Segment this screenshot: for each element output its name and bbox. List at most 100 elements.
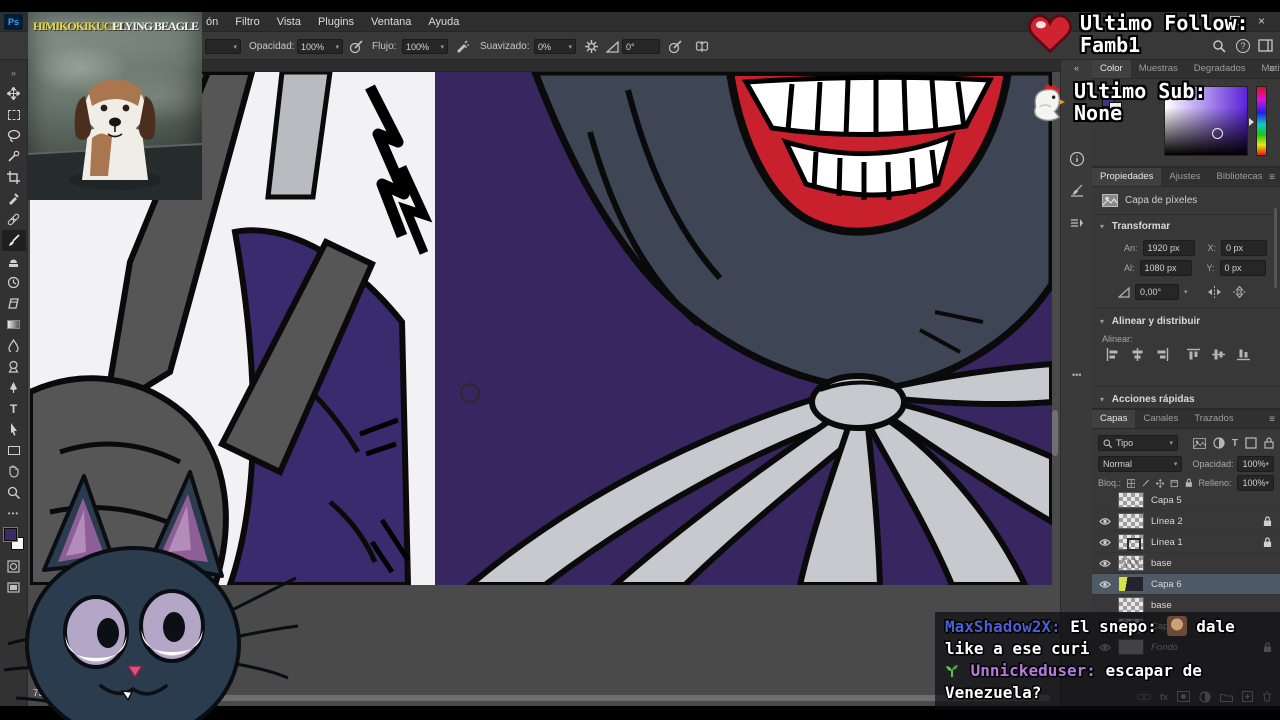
filter-shape-icon[interactable] [1245, 437, 1257, 449]
layer-row[interactable]: Capa 6 [1092, 574, 1280, 595]
collapse-chevron-icon[interactable]: ▾ [1100, 395, 1104, 404]
flip-horizontal-icon[interactable] [1207, 286, 1222, 298]
align-top-icon[interactable] [1187, 348, 1201, 361]
dodge-tool[interactable] [2, 356, 26, 377]
lock-transparent-icon[interactable] [1127, 478, 1136, 489]
tab-degradados[interactable]: Degradados [1186, 60, 1254, 78]
layer-row[interactable]: Línea 1 [1092, 532, 1280, 553]
canvas-horizontal-scrollbar[interactable] [210, 695, 1050, 701]
flip-vertical-icon[interactable] [1232, 286, 1246, 298]
filter-adjustment-icon[interactable] [1213, 437, 1225, 449]
align-right-icon[interactable] [1156, 348, 1169, 361]
properties-scrollbar[interactable] [1274, 208, 1277, 288]
tab-color[interactable]: Color [1092, 60, 1131, 78]
height-input[interactable]: 1080 px [1139, 260, 1192, 276]
chat-emote[interactable] [1166, 616, 1187, 636]
brush-tool[interactable] [1, 230, 26, 251]
type-tool[interactable]: T [2, 398, 26, 419]
layer-row[interactable]: Línea 2 [1092, 511, 1280, 532]
move-tool[interactable] [2, 83, 26, 104]
gradient-tool[interactable] [2, 314, 26, 335]
menu-item-vista[interactable]: Vista [277, 16, 301, 28]
clone-source-panel-icon[interactable] [1069, 215, 1085, 231]
tab-propiedades[interactable]: Propiedades [1092, 168, 1162, 186]
pressure-opacity-icon[interactable] [349, 39, 364, 54]
lock-pixels-icon[interactable] [1141, 478, 1150, 489]
workspace-icon[interactable] [1258, 39, 1273, 52]
fill-input[interactable]: 100% ▾ [1237, 475, 1275, 491]
menu-item-seleccion[interactable]: ón [206, 16, 218, 28]
canvas-vertical-scrollbar[interactable] [1052, 410, 1058, 456]
pen-tool[interactable] [2, 377, 26, 398]
collapse-chevron-icon[interactable]: ▾ [1100, 222, 1104, 231]
close-window-button[interactable]: × [1258, 15, 1265, 27]
chat-username[interactable]: MaxShadow2X: [945, 617, 1061, 636]
tab-motivos[interactable]: Motivos [1254, 60, 1280, 78]
align-center-h-icon[interactable] [1131, 348, 1144, 361]
airbrush-icon[interactable] [455, 39, 470, 54]
opacity-input[interactable]: 100% ▾ [297, 39, 343, 54]
quick-selection-tool[interactable] [2, 146, 26, 167]
eyedropper-tool[interactable] [2, 188, 26, 209]
panel-menu-icon[interactable]: ≡ [1269, 64, 1275, 75]
layer-filter-input[interactable]: Tipo ▾ [1098, 435, 1178, 451]
blur-tool[interactable] [2, 335, 26, 356]
align-more-button[interactable]: ••• [1072, 370, 1260, 380]
color-picker-ring[interactable] [1212, 128, 1223, 139]
hue-slider[interactable] [1256, 86, 1267, 156]
tab-canales[interactable]: Canales [1135, 410, 1186, 428]
pressure-size-icon[interactable] [668, 39, 683, 54]
eye-icon[interactable] [1099, 517, 1111, 526]
layers-opacity-input[interactable]: 100% ▾ [1237, 456, 1274, 472]
chat-username[interactable]: Unnickeduser: [971, 661, 1096, 680]
lock-all-icon[interactable] [1185, 477, 1193, 489]
smoothing-input[interactable]: 0% ▾ [534, 39, 576, 54]
eye-icon[interactable] [1099, 559, 1111, 568]
clone-stamp-tool[interactable] [2, 251, 26, 272]
eye-icon[interactable] [1099, 538, 1111, 547]
expand-panels-icon[interactable]: « [1074, 63, 1079, 73]
rotation-input[interactable]: 0,00° [1135, 284, 1179, 300]
layer-row[interactable]: base [1092, 553, 1280, 574]
filter-smart-icon[interactable] [1264, 437, 1274, 449]
tab-bibliotecas[interactable]: Bibliotecas [1209, 168, 1271, 186]
menu-item-ventana[interactable]: Ventana [371, 16, 411, 28]
marquee-tool[interactable] [2, 104, 26, 125]
healing-brush-tool[interactable] [2, 209, 26, 230]
blend-mode-dropdown[interactable]: Normal ▾ [1098, 456, 1183, 472]
panel-menu-icon[interactable]: ≡ [1269, 414, 1275, 425]
x-input[interactable]: 0 px [1221, 240, 1268, 256]
filter-type-icon[interactable]: T [1232, 438, 1238, 449]
toolbar-collapse-icon[interactable]: » [2, 62, 26, 83]
y-input[interactable]: 0 px [1219, 260, 1266, 276]
symmetry-butterfly-icon[interactable] [694, 39, 710, 54]
layer-row[interactable]: Capa 5 [1092, 490, 1280, 511]
brush-settings-panel-icon[interactable] [1069, 183, 1085, 199]
info-panel-icon[interactable] [1069, 151, 1085, 167]
hue-slider-arrow[interactable] [1249, 118, 1254, 126]
collapse-chevron-icon[interactable]: ▾ [1100, 317, 1104, 326]
lock-position-icon[interactable] [1155, 478, 1165, 489]
tab-ajustes[interactable]: Ajustes [1161, 168, 1208, 186]
flow-input[interactable]: 100% ▾ [402, 39, 448, 54]
menu-item-plugins[interactable]: Plugins [318, 16, 354, 28]
filter-pixel-icon[interactable] [1192, 437, 1206, 449]
brush-angle-input[interactable]: 0° [622, 39, 660, 54]
align-bottom-icon[interactable] [1236, 348, 1250, 361]
eye-icon[interactable] [1099, 580, 1111, 589]
crop-tool[interactable] [2, 167, 26, 188]
eraser-tool[interactable] [2, 293, 26, 314]
brush-preset-dropdown[interactable]: ▾ [205, 39, 241, 54]
history-brush-tool[interactable] [2, 272, 26, 293]
lock-artboard-icon[interactable] [1170, 478, 1179, 489]
align-middle-v-icon[interactable] [1212, 348, 1226, 361]
panel-menu-icon[interactable]: ≡ [1269, 172, 1275, 183]
path-select-tool[interactable] [2, 419, 26, 440]
align-left-icon[interactable] [1106, 348, 1119, 361]
smoothing-gear-icon[interactable] [584, 39, 599, 54]
tab-muestras[interactable]: Muestras [1131, 60, 1186, 78]
tab-capas[interactable]: Capas [1092, 410, 1136, 428]
menu-item-ayuda[interactable]: Ayuda [428, 16, 459, 28]
menu-item-filtro[interactable]: Filtro [235, 16, 259, 28]
width-input[interactable]: 1920 px [1142, 240, 1195, 256]
